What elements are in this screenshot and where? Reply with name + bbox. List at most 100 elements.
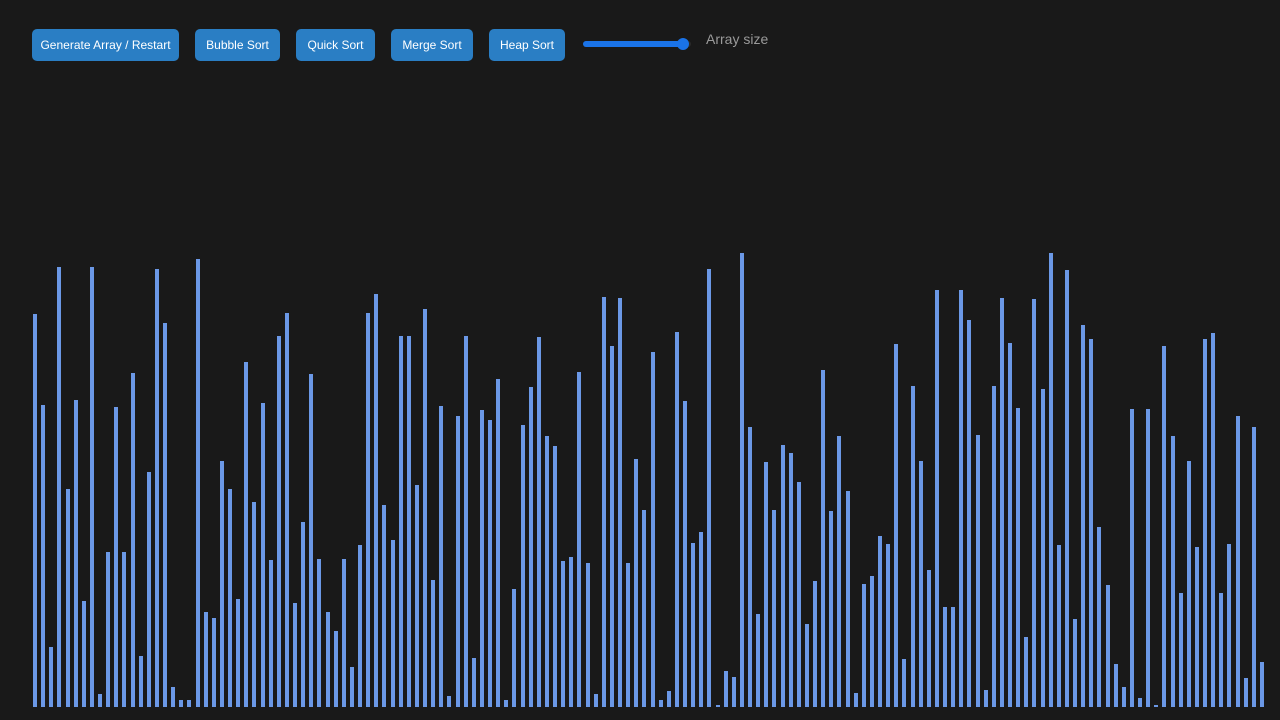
array-bar [1040,389,1045,707]
toolbar: Generate Array / Restart Bubble Sort Qui… [0,0,1280,90]
array-bar [431,580,436,707]
array-bar [33,314,37,707]
array-bar [1203,339,1207,707]
array-bar [959,290,964,707]
merge-sort-button[interactable]: Merge Sort [391,29,473,61]
array-bar [106,552,111,707]
generate-array-button[interactable]: Generate Array / Restart [32,29,179,61]
array-bar [804,624,809,707]
array-bar [918,461,923,707]
array-bar [252,502,257,707]
array-bar [796,482,801,707]
array-bar [333,631,338,707]
array-bar [1016,408,1021,707]
array-bar [398,336,403,707]
array-bar [569,557,574,707]
array-bar [447,696,452,707]
bubble-sort-button[interactable]: Bubble Sort [195,29,280,61]
array-bar [1211,333,1216,707]
array-bar [1032,299,1037,707]
array-bar [1097,527,1102,707]
array-bar [317,559,322,707]
array-bar [756,614,761,707]
array-bar [382,505,387,707]
array-bar [89,267,94,707]
array-bar [203,612,208,707]
array-bar [1235,416,1240,707]
array-size-slider[interactable] [583,37,691,51]
array-bar [276,336,281,707]
array-bar [512,589,517,707]
array-bar [358,545,362,707]
array-bar [886,544,891,707]
array-bar [1056,545,1061,707]
array-bar [228,489,232,707]
array-bar [561,561,566,707]
array-bar [967,320,972,707]
array-bar [1008,343,1012,707]
array-bar [869,576,874,707]
array-bar [504,700,509,707]
array-bar [999,298,1004,707]
array-bar [41,405,46,707]
array-bar [122,552,127,707]
array-bar [748,427,752,707]
array-bar [1024,637,1029,707]
array-bar [829,511,834,707]
array-bar [423,309,427,707]
array-bar [268,560,273,707]
array-bar [1219,593,1224,707]
array-bar [171,687,176,707]
array-bar [1154,705,1159,707]
slider-fill [583,41,684,47]
array-bar [163,323,167,707]
array-bar [49,647,54,707]
array-bar [260,403,265,707]
array-bar [81,601,86,707]
array-bar [650,352,655,707]
array-bar [1064,270,1069,707]
array-bar [374,294,379,707]
array-bar [1138,698,1142,707]
array-bar [439,406,444,707]
array-bar [293,603,297,707]
array-bar [821,370,826,707]
array-bar [1073,619,1077,707]
array-bar [658,700,663,707]
array-bar [65,489,70,707]
slider-thumb[interactable] [677,38,690,50]
array-bar [951,607,956,707]
array-bar [601,297,606,707]
array-bar [1048,253,1053,707]
array-bar [138,656,143,707]
array-size-label: Array size [706,31,769,47]
array-bar [1186,461,1191,707]
array-bar [544,436,549,707]
array-bar [187,700,192,707]
array-bar [349,667,354,707]
array-bar [244,362,249,707]
array-bar [788,453,793,707]
array-bar [325,612,330,707]
array-bar [211,618,216,707]
heap-sort-button[interactable]: Heap Sort [489,29,565,61]
array-bar [146,472,151,707]
quick-sort-button[interactable]: Quick Sort [296,29,375,61]
array-bar [154,269,159,707]
array-bar [195,259,200,707]
array-bar [1251,427,1256,707]
array-bar [780,445,785,707]
array-bar [1227,544,1232,707]
array-bar [1178,593,1183,707]
array-bar [991,386,996,707]
array-bar [366,313,371,707]
array-bar [691,543,696,707]
array-bar [626,563,631,707]
array-bar [845,491,850,707]
array-bar [496,379,501,707]
array-bar [471,658,476,707]
array-bar [894,344,899,707]
array-bar [1170,436,1175,707]
array-bar [910,386,915,707]
array-bar [528,387,533,707]
